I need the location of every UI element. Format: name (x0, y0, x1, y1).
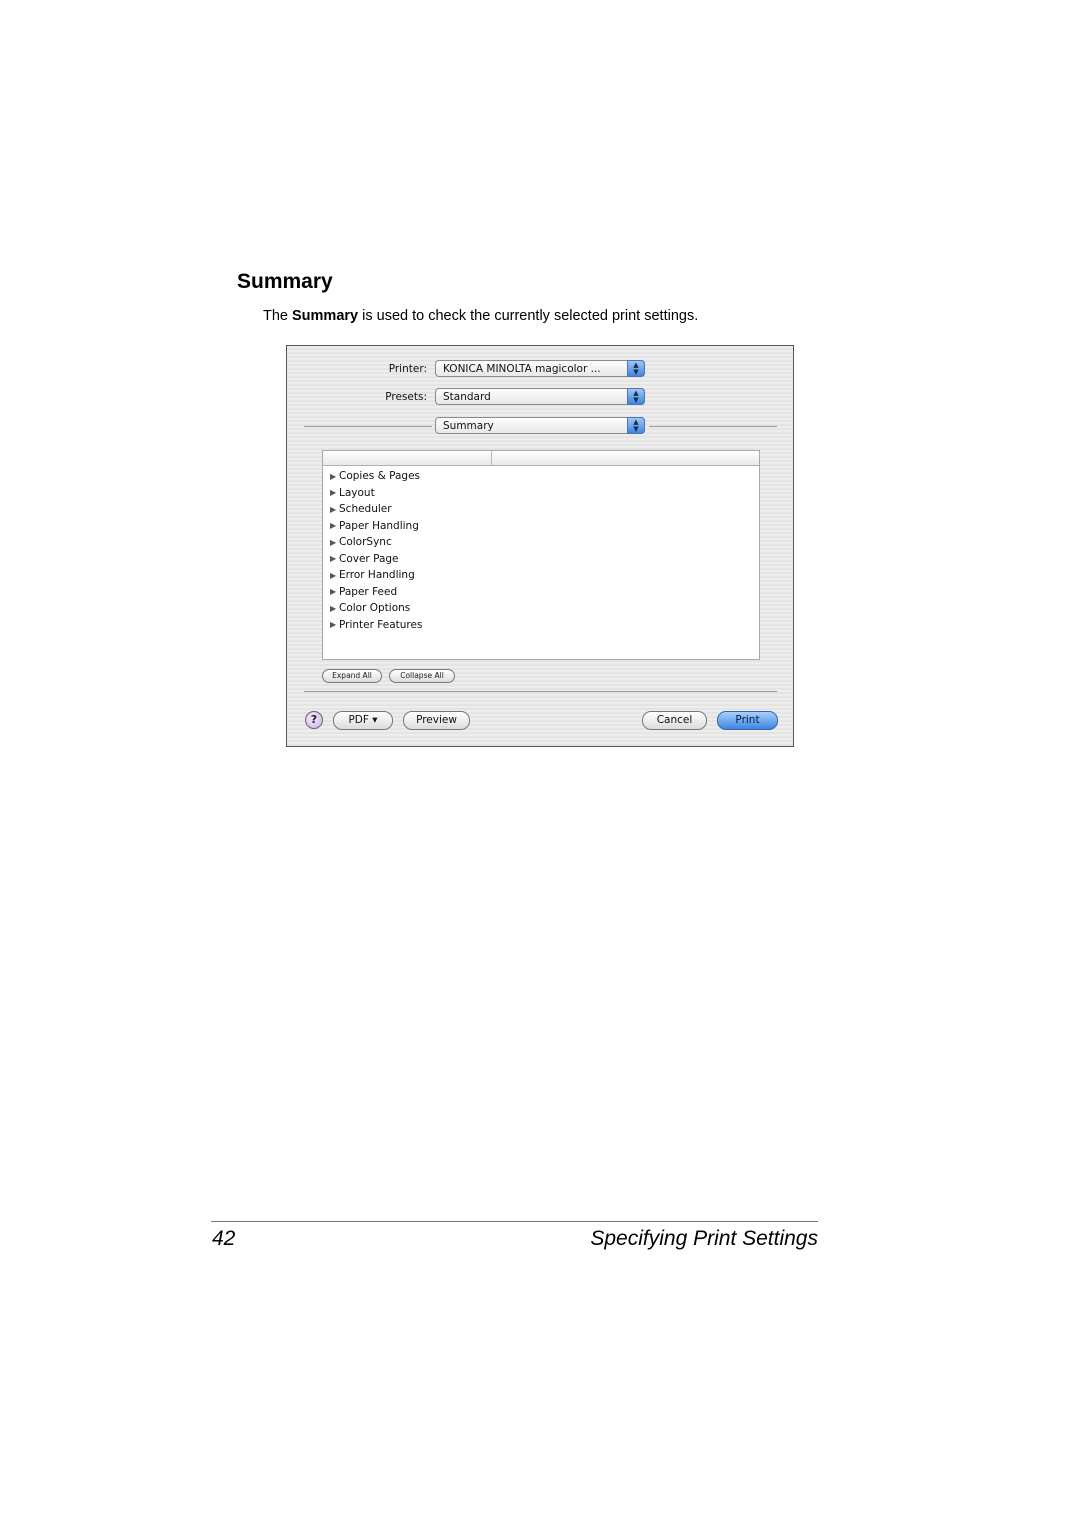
summary-item[interactable]: ▶ Paper Handling (323, 518, 759, 535)
updown-arrows-icon: ▲ ▼ (627, 388, 645, 405)
summary-item[interactable]: ▶ Error Handling (323, 567, 759, 584)
expand-all-button[interactable]: Expand All (322, 669, 382, 683)
summary-item-label: Paper Handling (339, 519, 419, 532)
divider-right (649, 426, 777, 427)
printer-value: KONICA MINOLTA magicolor ... (443, 363, 601, 375)
intro-paragraph: The Summary is used to check the current… (263, 308, 698, 324)
print-button[interactable]: Print (717, 711, 778, 730)
pdf-button[interactable]: PDF ▾ (333, 711, 393, 730)
divider-bottom (304, 691, 777, 692)
presets-value: Standard (443, 391, 491, 403)
summary-item-label: Printer Features (339, 618, 423, 631)
disclosure-triangle-icon[interactable]: ▶ (330, 538, 339, 547)
section-heading: Summary (237, 270, 333, 293)
presets-popup[interactable]: Standard ▲ ▼ (435, 388, 645, 405)
disclosure-triangle-icon[interactable]: ▶ (330, 620, 339, 629)
summary-item-label: Copies & Pages (339, 470, 421, 483)
panel-popup[interactable]: Summary ▲ ▼ (435, 417, 645, 434)
summary-item[interactable]: ▶ ColorSync (323, 534, 759, 551)
disclosure-triangle-icon[interactable]: ▶ (330, 521, 339, 530)
summary-item-label: Error Handling (339, 569, 415, 582)
header-column[interactable] (323, 451, 492, 465)
summary-item[interactable]: ▶ Color Options (323, 600, 759, 617)
summary-item-label: ColorSync (339, 536, 392, 549)
disclosure-triangle-icon[interactable]: ▶ (330, 472, 339, 481)
section-title: Specifying Print Settings (590, 1227, 818, 1250)
panel-value: Summary (443, 420, 494, 432)
disclosure-triangle-icon[interactable]: ▶ (330, 554, 339, 563)
printer-label: Printer: (388, 363, 427, 375)
summary-item[interactable]: ▶ Scheduler (323, 501, 759, 518)
disclosure-triangle-icon[interactable]: ▶ (330, 505, 339, 514)
summary-item[interactable]: ▶ Cover Page (323, 551, 759, 568)
summary-item[interactable]: ▶ Layout (323, 485, 759, 502)
presets-label: Presets: (385, 391, 427, 403)
updown-arrows-icon: ▲ ▼ (627, 417, 645, 434)
intro-suffix: is used to check the currently selected … (358, 308, 699, 324)
summary-item[interactable]: ▶ Copies & Pages (323, 468, 759, 485)
footer-rule (211, 1221, 818, 1222)
summary-item-label: Cover Page (339, 552, 399, 565)
disclosure-triangle-icon[interactable]: ▶ (330, 571, 339, 580)
intro-bold: Summary (292, 308, 359, 324)
disclosure-triangle-icon[interactable]: ▶ (330, 587, 339, 596)
page-number: 42 (212, 1227, 236, 1250)
collapse-all-button[interactable]: Collapse All (389, 669, 455, 683)
summary-item-label: Color Options (339, 602, 411, 615)
summary-item[interactable]: ▶ Paper Feed (323, 584, 759, 601)
help-button[interactable]: ? (305, 711, 323, 729)
disclosure-triangle-icon[interactable]: ▶ (330, 488, 339, 497)
cancel-button[interactable]: Cancel (642, 711, 707, 730)
summary-item-label: Layout (339, 486, 375, 499)
summary-rows: ▶ Copies & Pages ▶ Layout ▶ Scheduler ▶ Paper H… (323, 466, 759, 633)
table-header[interactable] (323, 451, 759, 466)
intro-prefix: The (263, 308, 293, 324)
summary-item-label: Paper Feed (339, 585, 398, 598)
updown-arrows-icon: ▲ ▼ (627, 360, 645, 377)
summary-item-label: Scheduler (339, 503, 392, 516)
summary-outline[interactable]: ▶ Copies & Pages ▶ Layout ▶ Scheduler ▶ Paper H… (322, 450, 760, 660)
preview-button[interactable]: Preview (403, 711, 470, 730)
summary-item[interactable]: ▶ Printer Features (323, 617, 759, 634)
divider-left (304, 426, 432, 427)
print-dialog: Printer: KONICA MINOLTA magicolor ... ▲ ▼… (286, 345, 794, 747)
disclosure-triangle-icon[interactable]: ▶ (330, 604, 339, 613)
printer-popup[interactable]: KONICA MINOLTA magicolor ... ▲ ▼ (435, 360, 645, 377)
